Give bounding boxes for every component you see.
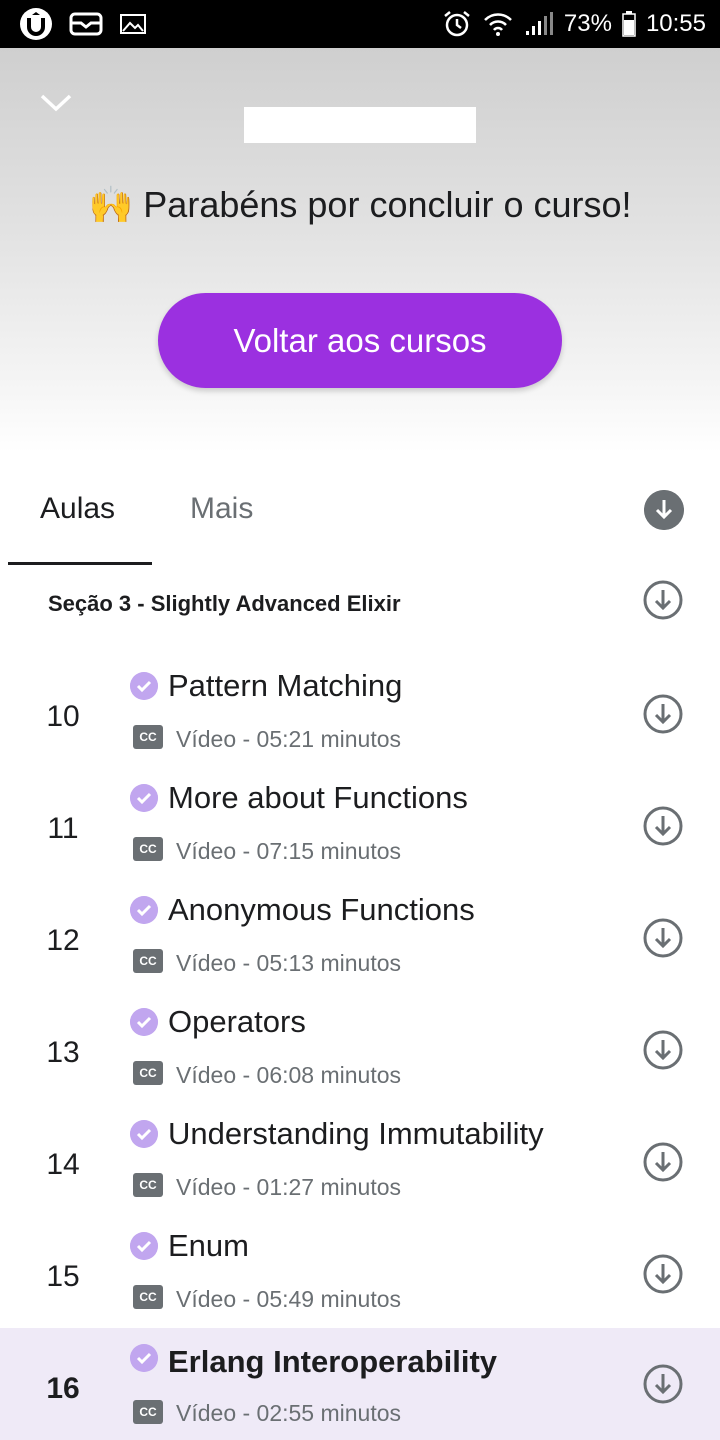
lecture-row[interactable]: 10 Pattern Matching CC Vídeo - 05:21 min… <box>0 666 720 778</box>
tab-mais[interactable]: Mais <box>190 492 253 526</box>
lecture-meta: Vídeo - 01:27 minutos <box>176 1174 402 1200</box>
lecture-number: 10 <box>46 700 80 733</box>
closed-captions-icon: CC <box>133 725 163 749</box>
closed-captions-icon: CC <box>133 1285 163 1309</box>
lecture-number: 15 <box>46 1260 80 1293</box>
udemy-icon <box>20 8 52 40</box>
download-lecture-icon[interactable] <box>643 1142 683 1182</box>
lecture-title: Operators <box>168 1004 306 1039</box>
lecture-title: Anonymous Functions <box>168 892 475 927</box>
clock: 10:55 <box>645 10 706 37</box>
section-title: Seção 3 - Slightly Advanced Elixir <box>48 591 401 616</box>
closed-captions-icon: CC <box>133 837 163 861</box>
battery-icon <box>622 11 636 37</box>
download-lecture-icon[interactable] <box>643 1364 683 1404</box>
mail-icon <box>69 12 103 36</box>
lecture-number: 14 <box>46 1148 80 1181</box>
lecture-meta: Vídeo - 02:55 minutos <box>176 1400 402 1426</box>
lecture-number: 13 <box>46 1036 80 1069</box>
back-to-courses-button[interactable]: Voltar aos cursos <box>158 293 562 388</box>
completed-check-icon <box>130 1344 158 1372</box>
closed-captions-icon: CC <box>133 1061 163 1085</box>
completed-check-icon <box>130 1008 158 1036</box>
tab-bar: Aulas Mais <box>0 452 720 566</box>
wifi-icon <box>483 13 512 36</box>
download-lecture-icon[interactable] <box>643 694 683 734</box>
lecture-row[interactable]: 13 Operators CC Vídeo - 06:08 minutos <box>0 1002 720 1114</box>
download-lecture-icon[interactable] <box>643 918 683 958</box>
completed-check-icon <box>130 1232 158 1260</box>
download-lecture-icon[interactable] <box>643 1254 683 1294</box>
closed-captions-icon: CC <box>133 1400 163 1424</box>
completed-check-icon <box>130 1120 158 1148</box>
course-title-bar <box>244 107 476 143</box>
tab-selected-indicator <box>8 562 152 565</box>
download-section-icon[interactable] <box>643 580 683 620</box>
lecture-meta: Vídeo - 05:13 minutos <box>176 950 402 976</box>
congrats-text: Parabéns por concluir o curso! <box>143 184 632 225</box>
download-lecture-icon[interactable] <box>643 806 683 846</box>
section-header[interactable]: Seção 3 - Slightly Advanced Elixir <box>0 566 720 646</box>
download-all-icon[interactable] <box>644 490 684 530</box>
lecture-title: Pattern Matching <box>168 668 403 703</box>
completed-check-icon <box>130 784 158 812</box>
lecture-number: 11 <box>47 812 79 845</box>
closed-captions-icon: CC <box>133 949 163 973</box>
image-icon <box>120 14 146 34</box>
course-complete-header: 🙌 Parabéns por concluir o curso! Voltar … <box>0 48 720 452</box>
completed-check-icon <box>130 896 158 924</box>
status-bar: 73% 10:55 <box>0 0 720 48</box>
lecture-title: More about Functions <box>168 780 468 815</box>
status-bar-system: 73% 10:55 <box>442 0 706 48</box>
chevron-down-icon[interactable] <box>36 88 76 118</box>
lecture-meta: Vídeo - 06:08 minutos <box>176 1062 402 1088</box>
tab-aulas[interactable]: Aulas <box>40 492 115 526</box>
lecture-title: Understanding Immutability <box>168 1116 544 1151</box>
lecture-title: Enum <box>168 1228 249 1263</box>
lecture-row[interactable]: 12 Anonymous Functions CC Vídeo - 05:13 … <box>0 890 720 1002</box>
download-lecture-icon[interactable] <box>643 1030 683 1070</box>
battery-percent: 73% <box>563 10 612 37</box>
raised-hands-icon: 🙌 <box>88 184 134 225</box>
lecture-row[interactable]: 11 More about Functions CC Vídeo - 07:15… <box>0 778 720 890</box>
closed-captions-icon: CC <box>133 1173 163 1197</box>
alarm-icon <box>444 11 470 37</box>
lecture-number: 16 <box>46 1372 80 1405</box>
lecture-row[interactable]: 14 Understanding Immutability CC Vídeo -… <box>0 1114 720 1226</box>
lecture-title: Erlang Interoperability <box>168 1344 498 1379</box>
lecture-row-current[interactable]: 16 Erlang Interoperability CC Vídeo - 02… <box>0 1328 720 1440</box>
completed-check-icon <box>130 672 158 700</box>
lecture-row[interactable]: 15 Enum CC Vídeo - 05:49 minutos <box>0 1226 720 1338</box>
status-bar-notifications <box>18 6 148 42</box>
lecture-number: 12 <box>46 924 80 957</box>
signal-icon <box>525 12 553 35</box>
lecture-meta: Vídeo - 05:49 minutos <box>176 1286 402 1312</box>
congrats-message: 🙌 Parabéns por concluir o curso! <box>0 184 720 226</box>
lecture-meta: Vídeo - 07:15 minutos <box>176 838 402 864</box>
lecture-meta: Vídeo - 05:21 minutos <box>176 726 402 752</box>
